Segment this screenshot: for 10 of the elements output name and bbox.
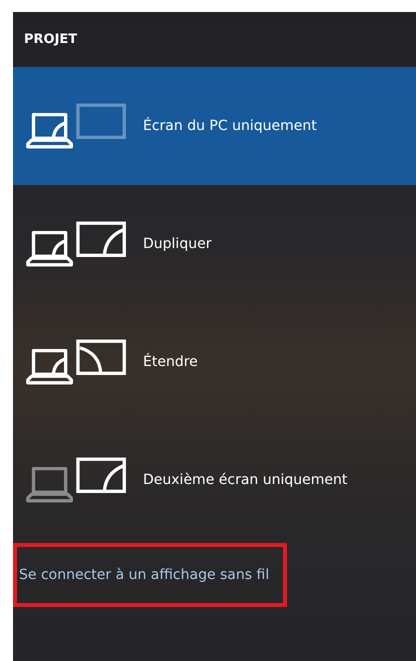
projection-option[interactable]: Deuxième écran uniquement bbox=[13, 421, 416, 539]
laptop-monitor-icon bbox=[25, 456, 129, 504]
projection-option[interactable]: Écran du PC uniquement bbox=[13, 67, 416, 185]
projection-option[interactable]: Dupliquer bbox=[13, 185, 416, 303]
panel-title: PROJET bbox=[24, 32, 78, 47]
laptop-monitor-icon bbox=[25, 338, 129, 386]
laptop-monitor-icon bbox=[25, 102, 129, 150]
wireless-display-link[interactable]: Se connecter à un affichage sans fil bbox=[13, 543, 288, 607]
laptop-monitor-icon bbox=[25, 220, 129, 268]
projection-option[interactable]: Étendre bbox=[13, 303, 416, 421]
